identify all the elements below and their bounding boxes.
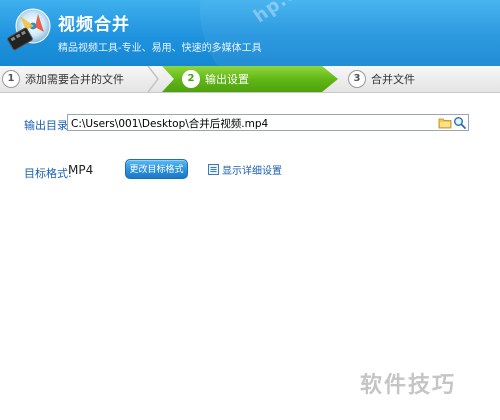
target-format-label: 目标格式:	[24, 167, 72, 180]
film-app-logo-icon	[7, 8, 51, 51]
show-detail-settings-label: 显示详细设置	[222, 166, 282, 177]
step-label: 合并文件	[371, 73, 415, 86]
watermark-top: hp.cn	[250, 0, 313, 28]
output-path-field[interactable]: C:\Users\001\Desktop\合并后视频.mp4	[67, 114, 469, 131]
step-number: 3	[348, 70, 366, 88]
step-bar: 1 添加需要合并的文件 2 输出设置 3 合并文件	[0, 66, 500, 93]
video-merge-window: 视频合并 精品视频工具-专业、易用、快速的多媒体工具 hp.cn 1 添加需要合…	[0, 0, 500, 420]
target-format-value: MP4	[68, 163, 94, 177]
show-detail-settings-link[interactable]: 显示详细设置	[208, 162, 282, 177]
app-subtitle: 精品视频工具-专业、易用、快速的多媒体工具	[58, 43, 262, 54]
step-add-files[interactable]: 1 添加需要合并的文件	[2, 66, 124, 92]
step-separator-icon	[147, 66, 159, 92]
app-title: 视频合并	[58, 15, 130, 35]
step-output-settings[interactable]: 2 输出设置	[162, 66, 338, 92]
search-icon[interactable]	[453, 116, 466, 129]
watermark-bottom: 软件技巧	[360, 373, 457, 398]
step-number: 2	[182, 70, 200, 88]
folder-icon[interactable]	[438, 116, 452, 129]
step-label: 输出设置	[205, 73, 249, 86]
settings-list-icon	[208, 164, 219, 175]
step-merge-files[interactable]: 3 合并文件	[348, 66, 415, 92]
app-header: 视频合并 精品视频工具-专业、易用、快速的多媒体工具 hp.cn	[0, 0, 500, 66]
step-label: 添加需要合并的文件	[25, 73, 124, 86]
output-dir-label: 输出目录:	[24, 119, 72, 132]
step-number: 1	[2, 70, 20, 88]
output-path-value: C:\Users\001\Desktop\合并后视频.mp4	[71, 118, 269, 130]
change-format-button[interactable]: 更改目标格式	[125, 159, 188, 179]
